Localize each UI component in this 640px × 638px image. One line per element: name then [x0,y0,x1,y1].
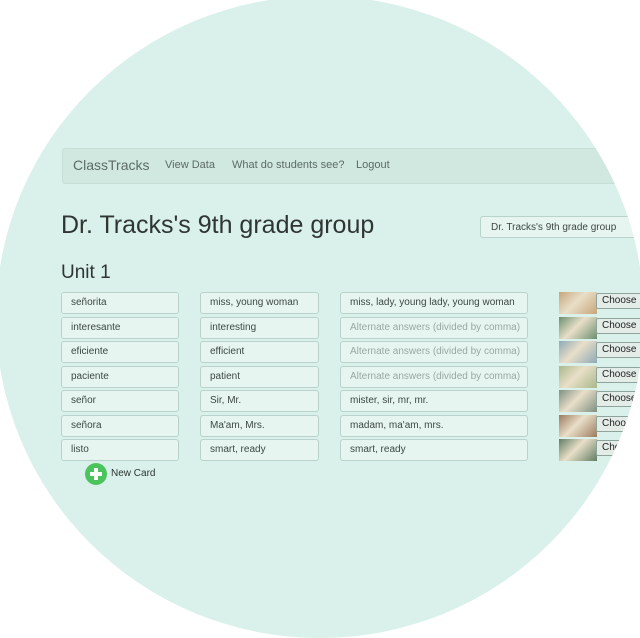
choose-image-button[interactable]: Choose [596,293,640,309]
nav-what-students-see[interactable]: What do students see? [232,159,345,171]
choose-image-button[interactable]: Choose [596,367,640,383]
group-selector[interactable]: Dr. Tracks's 9th grade group [480,216,640,238]
translation-input[interactable]: patient [200,366,319,388]
alternate-answers-input[interactable]: smart, ready [340,439,528,461]
nav-logout[interactable]: Logout [356,159,390,171]
card-image-thumbnail [559,415,597,437]
alternate-answers-input[interactable]: Alternate answers (divided by comma) [340,366,528,388]
term-input[interactable]: listo [61,439,179,461]
card-image-thumbnail [559,366,597,388]
card-image-thumbnail [559,439,597,461]
translation-input[interactable]: smart, ready [200,439,319,461]
plus-icon [85,463,107,485]
card-image-thumbnail [559,292,597,314]
page-title: Dr. Tracks's 9th grade group [61,211,375,239]
translation-input[interactable]: Sir, Mr. [200,390,319,412]
choose-image-button[interactable]: Choose [596,440,640,456]
navbar: ClassTracks View Data What do students s… [62,148,640,184]
card-image-thumbnail [559,317,597,339]
term-input[interactable]: eficiente [61,341,179,363]
choose-image-button[interactable]: Choose [596,342,640,358]
circular-viewport: ClassTracks View Data What do students s… [0,0,640,638]
term-input[interactable]: señor [61,390,179,412]
alternate-answers-input[interactable]: miss, lady, young lady, young woman [340,292,528,314]
term-input[interactable]: señora [61,415,179,437]
choose-image-button[interactable]: Choose [596,318,640,334]
unit-title: Unit 1 [61,262,111,283]
term-input[interactable]: señorita [61,292,179,314]
alternate-answers-input[interactable]: mister, sir, mr, mr. [340,390,528,412]
term-input[interactable]: paciente [61,366,179,388]
brand-link[interactable]: ClassTracks [73,157,150,173]
term-input[interactable]: interesante [61,317,179,339]
translation-input[interactable]: interesting [200,317,319,339]
alternate-answers-input[interactable]: Alternate answers (divided by comma) [340,317,528,339]
card-image-thumbnail [559,390,597,412]
translation-input[interactable]: Ma'am, Mrs. [200,415,319,437]
nav-view-data[interactable]: View Data [165,159,215,171]
alternate-answers-input[interactable]: Alternate answers (divided by comma) [340,341,528,363]
new-card-label: New Card [111,468,156,479]
translation-input[interactable]: miss, young woman [200,292,319,314]
translation-input[interactable]: efficient [200,341,319,363]
alternate-answers-input[interactable]: madam, ma'am, mrs. [340,415,528,437]
choose-image-button[interactable]: Choose [596,391,640,407]
choose-image-button[interactable]: Choose [596,416,640,432]
card-image-thumbnail [559,341,597,363]
